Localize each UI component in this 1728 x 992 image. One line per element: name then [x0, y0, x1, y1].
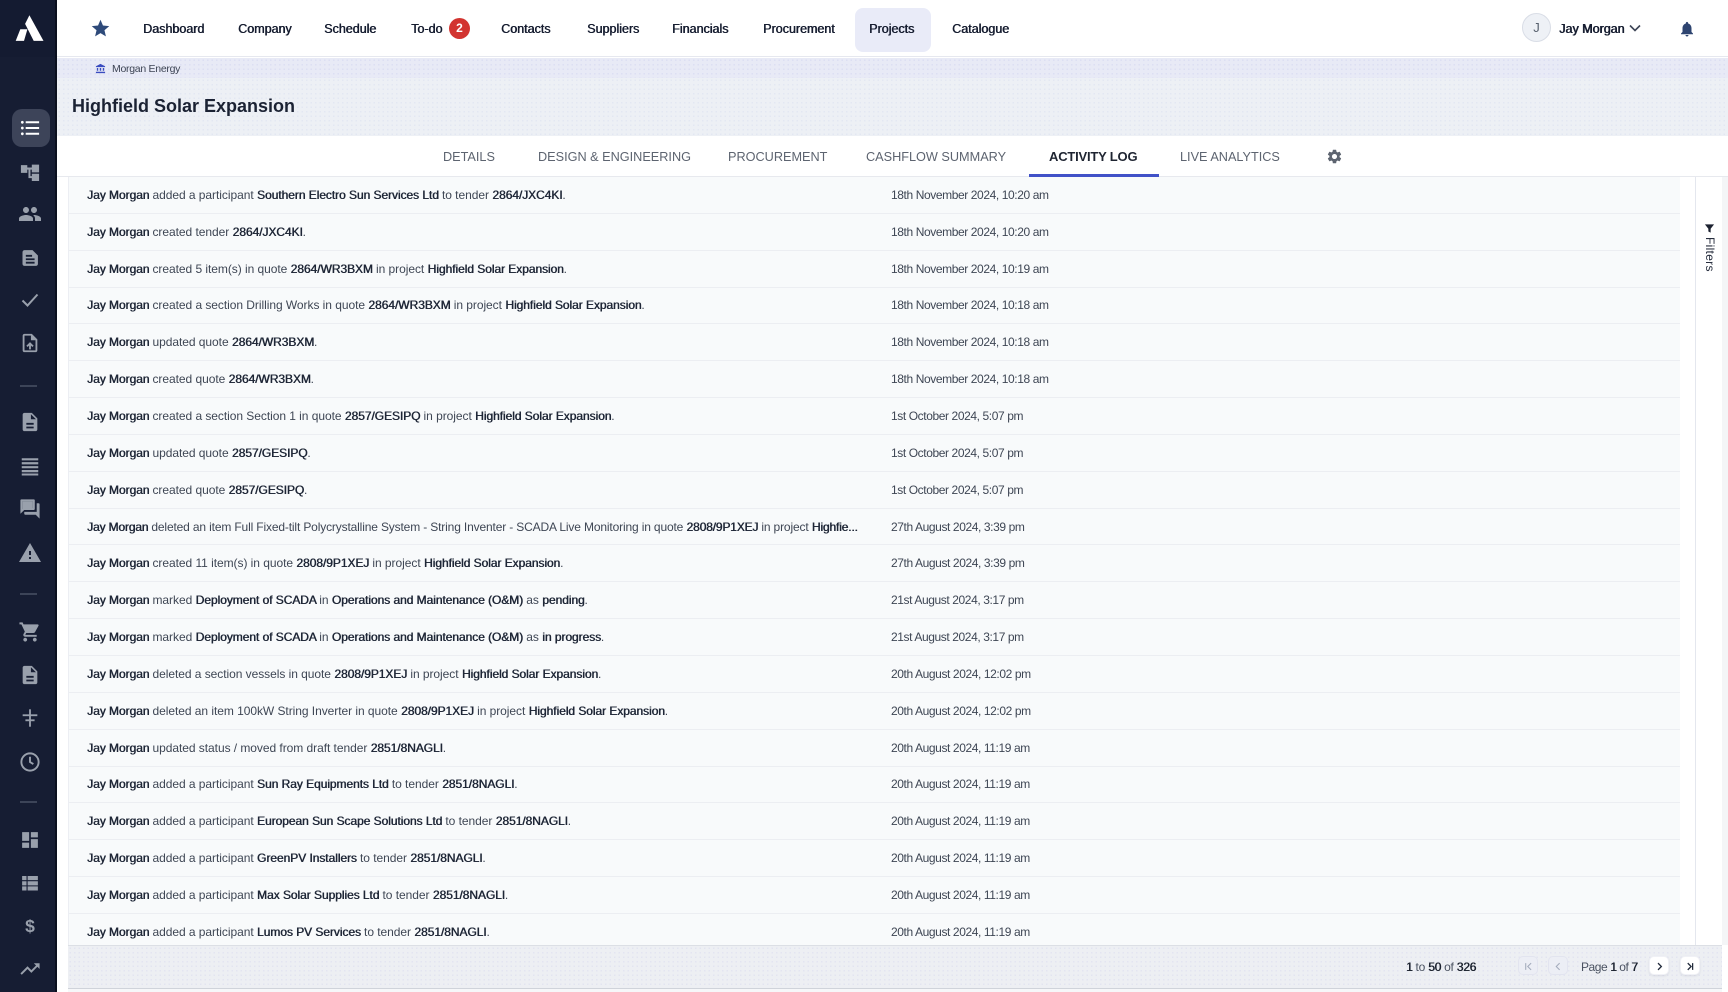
svg-text:$: $: [25, 916, 35, 936]
